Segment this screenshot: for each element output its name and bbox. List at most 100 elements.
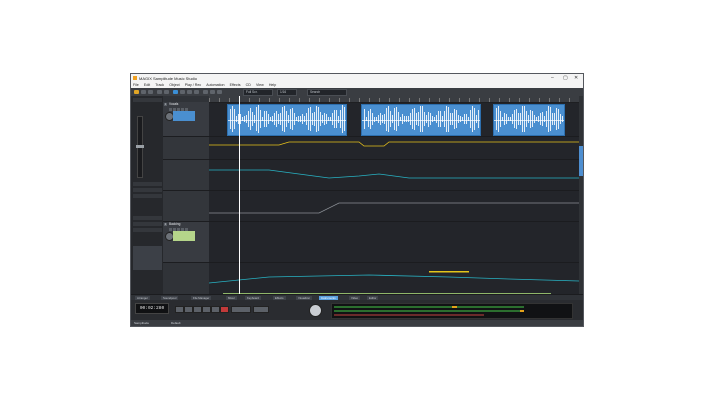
draw-tool-icon[interactable]	[187, 90, 192, 94]
strip-slot-4[interactable]	[133, 216, 162, 220]
forward-button[interactable]	[202, 306, 211, 313]
track-buttons[interactable]	[169, 227, 207, 231]
automation-curve[interactable]	[208, 263, 580, 294]
audio-lane-backing[interactable]	[209, 222, 579, 326]
automation-lane[interactable]	[209, 137, 579, 160]
waveform-bar	[384, 113, 385, 125]
strip-slot-6[interactable]	[133, 228, 162, 232]
waveform-bar	[416, 113, 417, 125]
track-name[interactable]: Vocals	[169, 102, 178, 106]
waveform-bar	[368, 110, 369, 128]
new-project-icon[interactable]	[134, 90, 139, 94]
waveform-bar	[306, 112, 307, 126]
minimize-button[interactable]: –	[551, 75, 554, 81]
waveform-bar	[332, 113, 333, 125]
punch-button[interactable]	[231, 306, 251, 313]
strip-slot-5[interactable]	[133, 222, 162, 226]
vertical-scrollbar[interactable]	[579, 96, 583, 294]
meter-right	[334, 310, 520, 312]
automation-lane[interactable]	[209, 191, 579, 222]
stop-button[interactable]	[184, 306, 193, 313]
arrange-area[interactable]	[208, 96, 580, 326]
audio-lane-vocals[interactable]	[209, 102, 579, 137]
waveform-bar	[234, 109, 235, 129]
loop-button[interactable]	[211, 306, 220, 313]
time-display[interactable]: 00:02:280	[135, 303, 169, 314]
audio-clip[interactable]	[361, 104, 481, 136]
automation-lane-header[interactable]	[163, 191, 209, 222]
track-headers: 1 Vocals 2 Backing	[163, 96, 209, 294]
waveform-bar	[544, 115, 545, 123]
waveform-bar	[452, 112, 453, 126]
strip-slot-1[interactable]	[133, 182, 162, 186]
waveform-bar	[370, 109, 371, 129]
track-header-backing[interactable]: 2 Backing	[163, 222, 209, 263]
undo-icon[interactable]	[157, 90, 162, 94]
audio-clip[interactable]	[227, 104, 347, 136]
grid-select[interactable]: 1/16	[277, 89, 297, 96]
snap-icon[interactable]	[203, 90, 208, 94]
track-header-vocals[interactable]: 1 Vocals	[163, 102, 209, 137]
track-number: 1	[164, 103, 167, 106]
waveform-bar	[302, 114, 303, 124]
waveform-bar	[376, 116, 377, 122]
zoom-tool-icon[interactable]	[194, 90, 199, 94]
waveform-bar	[340, 110, 341, 128]
waveform-bar	[386, 107, 387, 131]
open-icon[interactable]	[141, 90, 146, 94]
track-name[interactable]: Backing	[169, 222, 180, 226]
waveform-bar	[496, 107, 497, 131]
automation-lane-header[interactable]	[163, 160, 209, 191]
zoom-select[interactable]: Full Scr.	[243, 89, 273, 96]
status-bar: Samplitude Default	[131, 320, 583, 326]
send-curve[interactable]	[209, 191, 579, 221]
rewind-button[interactable]	[175, 306, 184, 313]
track-fx-thumb[interactable]	[173, 111, 195, 121]
waveform-bar	[518, 113, 519, 125]
waveform-bar	[422, 106, 423, 132]
track-number: 2	[164, 223, 167, 226]
save-icon[interactable]	[148, 90, 153, 94]
waveform-bar	[246, 115, 247, 123]
waveform-bar	[556, 107, 557, 131]
waveform-bar	[250, 108, 251, 130]
strip-slot-2[interactable]	[133, 188, 162, 192]
automation-lane[interactable]	[209, 160, 579, 191]
waveform-bar	[528, 114, 529, 124]
waveform-bar	[284, 105, 285, 133]
master-volume-knob[interactable]	[309, 304, 322, 317]
pan-curve[interactable]	[209, 160, 579, 190]
waveform-bar	[430, 112, 431, 126]
waveform-bar	[298, 115, 299, 123]
pointer-tool-icon[interactable]	[173, 90, 178, 94]
volume-curve[interactable]	[209, 137, 579, 159]
play-button[interactable]	[193, 306, 202, 313]
plugin-panel[interactable]	[133, 246, 162, 270]
waveform-bar	[372, 112, 373, 126]
close-button[interactable]: ✕	[574, 75, 578, 81]
tempo-field[interactable]	[253, 306, 269, 313]
volume-fader[interactable]	[136, 116, 144, 178]
automation-lane-header[interactable]	[163, 137, 209, 160]
waveform-bar	[532, 110, 533, 128]
track-fx-thumb[interactable]	[173, 231, 195, 241]
fader-knob[interactable]	[136, 145, 144, 148]
loop-icon[interactable]	[210, 90, 215, 94]
strip-slot-3[interactable]	[133, 194, 162, 198]
waveform-bar	[256, 107, 257, 131]
automation-lane[interactable]	[208, 263, 580, 295]
playhead-line[interactable]	[239, 96, 240, 294]
waveform-bar	[314, 112, 315, 126]
cut-tool-icon[interactable]	[180, 90, 185, 94]
scrollbar-thumb[interactable]	[579, 146, 583, 176]
maximize-button[interactable]: ▢	[563, 75, 568, 81]
redo-icon[interactable]	[164, 90, 169, 94]
audio-clip[interactable]	[493, 104, 565, 136]
metronome-icon[interactable]	[217, 90, 222, 94]
waveform-bar	[554, 112, 555, 126]
waveform-bar	[274, 113, 275, 125]
track-buttons[interactable]	[169, 107, 207, 111]
record-button[interactable]	[220, 306, 229, 313]
search-input[interactable]: Search	[307, 89, 347, 96]
waveform-bar	[546, 111, 547, 127]
